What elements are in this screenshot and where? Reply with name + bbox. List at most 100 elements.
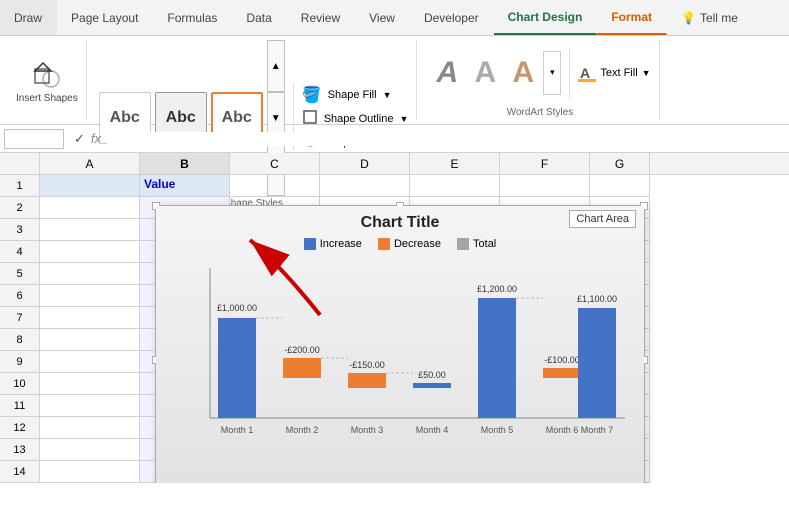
tab-formulas[interactable]: Formulas [153,0,232,35]
style-scroll-up[interactable]: ▲ [267,40,285,92]
row-header-11[interactable]: 11 [0,395,40,417]
cell-a4[interactable] [40,241,140,263]
text-style-more[interactable]: ▾ [543,51,561,95]
cell-a10[interactable] [40,373,140,395]
cell-a2[interactable] [40,197,140,219]
xlabel-2: Month 2 [286,425,319,435]
wordart-group-label: WordArt Styles [507,107,574,120]
bar-month1 [218,318,256,418]
cell-b1[interactable]: Value [140,175,230,197]
spreadsheet-area: A B C D E F G 1 2 3 4 5 6 7 8 9 10 11 12… [0,153,789,483]
lightbulb-icon: 💡 [681,11,696,25]
chart-area-label: Chart Area [569,210,636,228]
legend-decrease-label: Decrease [394,238,441,250]
row-header-8[interactable]: 8 [0,329,40,351]
tab-view[interactable]: View [355,0,410,35]
row-header-1[interactable]: 1 [0,175,40,197]
row-header-13[interactable]: 13 [0,439,40,461]
row-1: Value [40,175,789,197]
col-header-e[interactable]: E [410,153,500,174]
col-header-f[interactable]: F [500,153,590,174]
cell-a13[interactable] [40,439,140,461]
bar-month3 [348,373,386,388]
text-style-a-1[interactable]: A [429,51,465,95]
shape-fill-dropdown-icon[interactable]: ▼ [383,90,392,100]
formula-input[interactable] [107,132,785,146]
name-box[interactable] [4,129,64,149]
label-month2: -£200.00 [284,345,320,355]
tab-review[interactable]: Review [287,0,355,35]
text-fill-options: A Text Fill ▼ [578,64,650,82]
col-header-c[interactable]: C [230,153,320,174]
text-style-a-3[interactable]: A [505,51,541,95]
col-header-a[interactable]: A [40,153,140,174]
cell-a1[interactable] [40,175,140,197]
shape-outline-button[interactable]: Shape Outline ▼ [302,109,409,128]
row-header-5[interactable]: 5 [0,263,40,285]
text-fill-button[interactable]: A Text Fill ▼ [578,64,650,82]
label-month7: £1,100.00 [577,294,617,304]
cell-a6[interactable] [40,285,140,307]
text-fill-icon: A [578,64,596,82]
column-headers: A B C D E F G [0,153,789,175]
text-style-a-2[interactable]: A [467,51,503,95]
cell-d1[interactable] [320,175,410,197]
cell-f1[interactable] [500,175,590,197]
shape-fill-button[interactable]: 🪣 Shape Fill ▼ [302,85,409,105]
legend-total-label: Total [473,238,496,250]
tab-developer[interactable]: Developer [410,0,494,35]
col-header-b[interactable]: B [140,153,230,174]
cell-a7[interactable] [40,307,140,329]
cell-g1[interactable] [590,175,650,197]
cell-a9[interactable] [40,351,140,373]
legend-total: Total [457,238,496,250]
label-month3: -£150.00 [349,360,385,370]
row-header-2[interactable]: 2 [0,197,40,219]
label-month5: £1,200.00 [477,284,517,294]
cell-c1[interactable] [230,175,320,197]
cell-a8[interactable] [40,329,140,351]
row-header-4[interactable]: 4 [0,241,40,263]
row-header-3[interactable]: 3 [0,219,40,241]
tab-draw[interactable]: Draw [0,0,57,35]
xlabel-5: Month 5 [481,425,514,435]
bar-month7 [578,308,616,418]
row-header-7[interactable]: 7 [0,307,40,329]
cell-a5[interactable] [40,263,140,285]
checkmark-icon: ✓ [74,131,85,147]
cell-e1[interactable] [410,175,500,197]
label-month4: £50.00 [418,370,446,380]
cell-a3[interactable] [40,219,140,241]
group-insert-shapes: Insert Shapes [8,40,87,120]
shape-outline-dropdown-icon[interactable]: ▼ [399,114,408,124]
row-header-6[interactable]: 6 [0,285,40,307]
insert-shapes-button[interactable]: Insert Shapes [16,57,78,104]
wordart-divider [569,47,570,99]
xlabel-6: Month 6 [546,425,579,435]
col-header-g[interactable]: G [590,153,650,174]
text-fill-dropdown[interactable]: ▼ [642,68,651,78]
tab-tell-me[interactable]: 💡 Tell me [667,0,753,35]
shapes-icon [29,57,65,93]
col-header-d[interactable]: D [320,153,410,174]
legend-increase: Increase [304,238,362,250]
legend-decrease: Decrease [378,238,441,250]
tab-chart-design[interactable]: Chart Design [494,0,598,35]
chart-container[interactable]: Chart Area Chart Title Increase Decrease… [155,205,645,483]
text-style-buttons: A A A ▾ [429,51,561,95]
cell-a11[interactable] [40,395,140,417]
row-header-10[interactable]: 10 [0,373,40,395]
xlabel-4: Month 4 [416,425,449,435]
cell-a14[interactable] [40,461,140,483]
tab-page-layout[interactable]: Page Layout [57,0,153,35]
row-header-12[interactable]: 12 [0,417,40,439]
text-fill-label: Text Fill [600,67,637,79]
sheet-body: 1 2 3 4 5 6 7 8 9 10 11 12 13 14 Value [0,175,789,483]
label-month6: -£100.00 [544,355,580,365]
tab-format[interactable]: Format [597,0,667,35]
cell-a12[interactable] [40,417,140,439]
row-header-14[interactable]: 14 [0,461,40,483]
tab-data[interactable]: Data [232,0,286,35]
row-header-9[interactable]: 9 [0,351,40,373]
xlabel-3: Month 3 [351,425,384,435]
